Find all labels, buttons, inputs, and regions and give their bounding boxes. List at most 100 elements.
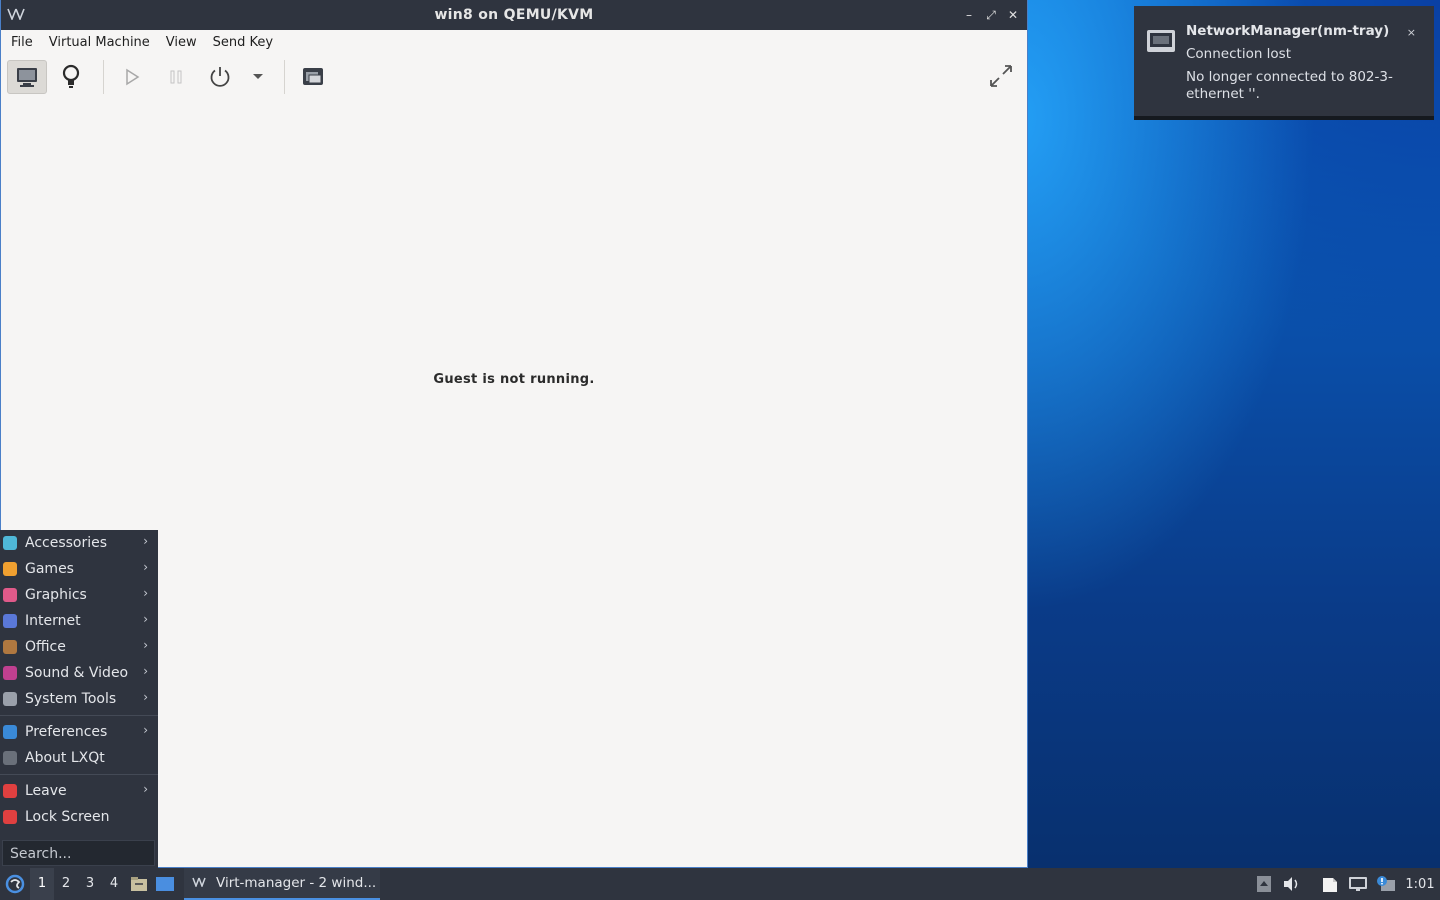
chevron-right-icon: ›: [143, 664, 148, 678]
menu-item-sound-video[interactable]: Sound & Video ›: [0, 660, 158, 686]
desktop-switch-3[interactable]: 3: [78, 868, 102, 900]
graphics-icon: [3, 588, 17, 602]
taskbar: 1 2 3 4 Virt-manager - 2 wind... 1:01: [0, 868, 1440, 900]
menubar: File Virtual Machine View Send Key: [1, 30, 1027, 54]
window-controls: – ⤢ ✕: [961, 6, 1021, 24]
maximize-button[interactable]: ⤢: [983, 6, 999, 24]
menu-view[interactable]: View: [166, 35, 197, 50]
virt-manager-icon: [7, 8, 27, 22]
window-titlebar[interactable]: win8 on QEMU/KVM – ⤢ ✕: [1, 0, 1027, 30]
clipboard-tray[interactable]: [1316, 868, 1344, 900]
network-tray[interactable]: [1344, 868, 1372, 900]
chevron-right-icon: ›: [143, 782, 148, 796]
notification-close-button[interactable]: ×: [1407, 26, 1416, 39]
guest-status-message: Guest is not running.: [433, 372, 595, 387]
internet-icon: [3, 614, 17, 628]
system-tray: 1:01: [1250, 868, 1440, 900]
start-menu: Accessories › Games › Graphics › Internet › Offi…: [0, 530, 158, 868]
taskbar-task-label: Virt-manager - 2 wind...: [216, 875, 377, 891]
details-bulb-icon: [62, 64, 80, 88]
menu-item-label: Sound & Video: [25, 665, 129, 681]
run-button[interactable]: [112, 60, 152, 94]
menu-item-internet[interactable]: Internet ›: [0, 608, 158, 634]
menu-item-accessories[interactable]: Accessories ›: [0, 530, 158, 556]
menu-item-system-tools[interactable]: System Tools ›: [0, 686, 158, 712]
fullscreen-button[interactable]: [987, 62, 1015, 90]
accessories-icon: [3, 536, 17, 550]
start-menu-settings: Preferences › About LXQt: [0, 719, 158, 771]
menu-item-label: Games: [25, 561, 74, 577]
desktop-switch-2[interactable]: 2: [54, 868, 78, 900]
snapshots-icon: [303, 68, 323, 85]
clock[interactable]: 1:01: [1400, 877, 1440, 892]
notification-summary: Connection lost: [1186, 46, 1292, 62]
start-menu-categories: Accessories › Games › Graphics › Internet › Offi…: [0, 530, 158, 712]
leave-icon: [3, 784, 17, 798]
details-button[interactable]: [51, 60, 91, 94]
menu-item-games[interactable]: Games ›: [0, 556, 158, 582]
updates-tray[interactable]: [1372, 868, 1400, 900]
menu-separator: [0, 774, 158, 775]
notification-popup[interactable]: NetworkManager(nm-tray) Connection lost …: [1134, 6, 1434, 120]
update-notifier-icon: [1377, 876, 1395, 891]
menu-item-label: Leave: [25, 783, 67, 799]
snapshots-button[interactable]: [293, 60, 333, 94]
menu-item-label: Lock Screen: [25, 809, 110, 825]
console-button[interactable]: [7, 60, 47, 94]
taskbar-task-virt-manager[interactable]: Virt-manager - 2 wind...: [184, 868, 380, 900]
menu-send-key[interactable]: Send Key: [213, 35, 273, 50]
quicklaunch-files[interactable]: [126, 868, 152, 900]
toolbar-separator: [103, 60, 104, 94]
menu-item-preferences[interactable]: Preferences ›: [0, 719, 158, 745]
chevron-right-icon: ›: [143, 723, 148, 737]
menu-item-label: Graphics: [25, 587, 87, 603]
menu-item-label: Preferences: [25, 724, 108, 740]
chevron-right-icon: ›: [143, 586, 148, 600]
desktop-switch-1[interactable]: 1: [30, 868, 54, 900]
menu-separator: [0, 715, 158, 716]
volume-button[interactable]: [1278, 868, 1306, 900]
start-menu-button[interactable]: [0, 868, 30, 900]
fullscreen-icon: [990, 65, 1012, 87]
chevron-right-icon: ›: [143, 534, 148, 548]
chevron-right-icon: ›: [143, 560, 148, 574]
lock-screen-icon: [3, 810, 17, 824]
network-wired-icon: [1146, 28, 1176, 56]
power-icon: [210, 67, 230, 87]
quicklaunch-desktop[interactable]: [152, 868, 178, 900]
menu-item-label: System Tools: [25, 691, 117, 707]
about-lxqt-icon: [3, 751, 17, 765]
speaker-icon: [1284, 877, 1298, 891]
office-icon: [3, 640, 17, 654]
minimize-button[interactable]: –: [961, 6, 977, 24]
close-button[interactable]: ✕: [1005, 6, 1021, 24]
window-title: win8 on QEMU/KVM: [434, 7, 594, 23]
menu-virtual-machine[interactable]: Virtual Machine: [49, 35, 150, 50]
console-icon: [17, 68, 37, 87]
toolbar: [1, 54, 1027, 100]
menu-item-label: Office: [25, 639, 66, 655]
menu-item-graphics[interactable]: Graphics ›: [0, 582, 158, 608]
shutdown-button[interactable]: [200, 60, 240, 94]
chevron-right-icon: ›: [143, 690, 148, 704]
pause-icon: [170, 70, 182, 84]
dropdown-icon: [253, 74, 263, 79]
menu-item-leave[interactable]: Leave ›: [0, 778, 158, 804]
menu-item-lock-screen[interactable]: Lock Screen: [0, 804, 158, 830]
tray-arrow-icon: [1257, 876, 1271, 892]
sound-video-icon: [3, 666, 17, 680]
clipboard-icon: [1323, 878, 1337, 892]
menu-item-office[interactable]: Office ›: [0, 634, 158, 660]
menu-item-label: Accessories: [25, 535, 108, 551]
menu-item-about-lxqt[interactable]: About LXQt: [0, 745, 158, 771]
pause-button[interactable]: [156, 60, 196, 94]
shutdown-dropdown[interactable]: [244, 60, 272, 94]
desktop-switch-4[interactable]: 4: [102, 868, 126, 900]
menu-file[interactable]: File: [11, 35, 33, 50]
chevron-right-icon: ›: [143, 612, 148, 626]
menu-search-input[interactable]: Search...: [2, 840, 155, 866]
menu-item-label: Internet: [25, 613, 81, 629]
lxqt-logo-icon: [5, 874, 25, 894]
virt-manager-icon: [192, 877, 212, 890]
tray-show-hidden[interactable]: [1250, 868, 1278, 900]
